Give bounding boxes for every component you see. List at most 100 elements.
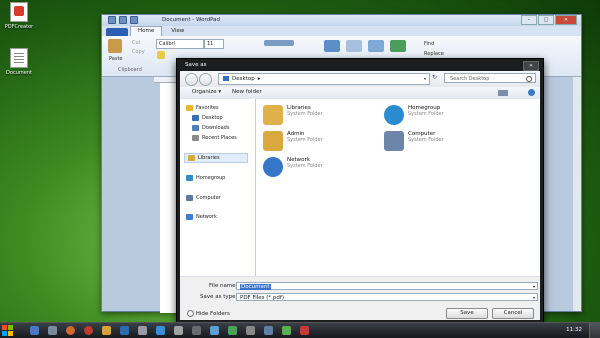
paste-icon[interactable] (108, 39, 122, 53)
paint-drawing-icon[interactable] (346, 40, 362, 52)
undo-icon[interactable] (119, 16, 127, 24)
sidebar-item-libraries[interactable]: Libraries (184, 153, 248, 163)
sidebar-item-downloads[interactable]: Downloads (192, 125, 229, 131)
desktop-icon-label: Document (6, 70, 32, 76)
desktop-icon (192, 115, 199, 121)
start-button[interactable] (2, 325, 13, 336)
ribbon-tabs: Home View (102, 26, 581, 36)
taskbar-app-icon[interactable] (120, 326, 129, 335)
dialog-close-button[interactable]: ✕ (523, 61, 539, 71)
sidebar-item-network[interactable]: Network (186, 214, 217, 220)
taskbar-app-icon[interactable] (192, 326, 201, 335)
chevron-down-icon[interactable]: ▾ (533, 283, 535, 291)
taskbar-app-icon[interactable] (30, 326, 39, 335)
taskbar-app-icon[interactable] (282, 326, 291, 335)
navigation-bar: Desktop ▸ ▾ ↻ Search Desktop (180, 71, 540, 87)
chevron-right-icon[interactable]: ▸ (258, 74, 261, 84)
taskbar-app-icon[interactable] (300, 326, 309, 335)
list-item[interactable]: Computer System Folder (384, 131, 444, 151)
dialog-titlebar[interactable]: Save as ✕ (177, 59, 543, 71)
insert-object-icon[interactable] (390, 40, 406, 52)
find-button[interactable]: Find (424, 41, 434, 47)
cancel-button[interactable]: Cancel (492, 308, 534, 319)
clipboard-group-label: Clipboard (118, 67, 142, 73)
date-time-icon[interactable] (368, 40, 384, 52)
replace-button[interactable]: Replace (424, 51, 444, 57)
list-item[interactable]: Admin System Folder (263, 131, 323, 151)
dialog-title: Save as (185, 62, 207, 68)
app-menu-button[interactable] (106, 28, 128, 36)
file-list: Libraries System Folder Homegroup System F… (256, 99, 540, 276)
user-folder-icon (263, 131, 283, 151)
back-button[interactable] (185, 73, 198, 86)
font-family-select[interactable]: Calibri (156, 39, 204, 49)
redo-icon[interactable] (130, 16, 138, 24)
taskbar-app-icon[interactable] (246, 326, 255, 335)
address-path: Desktop (232, 76, 255, 82)
organize-button[interactable]: Organize ▾ (192, 89, 221, 95)
save-type-select[interactable]: PDF Files (*.pdf) ▾ (236, 293, 538, 301)
help-icon[interactable] (528, 89, 535, 96)
save-type-label: Save as type: (200, 294, 238, 300)
list-item[interactable]: Network System Folder (263, 157, 323, 177)
save-button[interactable]: Save (446, 308, 488, 319)
refresh-icon[interactable]: ↻ (432, 74, 437, 81)
taskbar-app-icon[interactable] (228, 326, 237, 335)
close-button[interactable]: ✕ (555, 15, 577, 25)
wordpad-titlebar[interactable]: Document - WordPad – □ ✕ (102, 15, 581, 26)
list-item[interactable]: Libraries System Folder (263, 105, 323, 125)
list-item[interactable]: Homegroup System Folder (384, 105, 444, 125)
view-options-icon[interactable] (498, 90, 508, 96)
sidebar-item-recent-places[interactable]: Recent Places (192, 135, 237, 141)
file-name-label: File name: (209, 283, 238, 289)
sidebar-item-favorites[interactable]: Favorites (186, 105, 219, 111)
save-as-dialog: Save as ✕ Desktop ▸ ▾ ↻ Search Desktop Or… (176, 58, 544, 324)
system-clock[interactable]: 11:32 (566, 327, 582, 333)
desktop: PDFCreator Document Document - WordPad –… (0, 0, 600, 324)
taskbar-app-icon[interactable] (264, 326, 273, 335)
dialog-footer: Hide Folders Save Cancel (180, 307, 540, 320)
paste-label[interactable]: Paste (109, 56, 123, 62)
show-desktop-button[interactable] (589, 323, 600, 338)
bold-icon[interactable] (157, 51, 165, 59)
new-folder-button[interactable]: New folder (232, 89, 262, 95)
font-size-select[interactable]: 11 (204, 39, 224, 49)
file-name-input[interactable]: Document ▾ (236, 282, 538, 290)
desktop-icon-pdfcreator[interactable]: PDFCreator (2, 2, 36, 30)
window-title: Document - WordPad (162, 17, 221, 23)
minimize-button[interactable]: – (521, 15, 537, 25)
taskbar-app-icon[interactable] (102, 326, 111, 335)
sidebar-item-computer[interactable]: Computer (186, 195, 221, 201)
libraries-icon (188, 155, 195, 161)
copy-button[interactable]: Copy (132, 49, 145, 55)
save-fields: File name: Document ▾ Save as type: PDF … (180, 276, 540, 307)
taskbar-app-icon[interactable] (66, 326, 75, 335)
save-icon[interactable] (108, 16, 116, 24)
quick-access-toolbar (108, 16, 138, 24)
search-input[interactable]: Search Desktop (444, 73, 536, 83)
taskbar-app-icon[interactable] (210, 326, 219, 335)
document-file-icon (10, 48, 28, 68)
address-bar[interactable]: Desktop ▸ ▾ (218, 73, 430, 85)
recent-places-icon (192, 135, 199, 141)
desktop-icon-document[interactable]: Document (2, 48, 36, 76)
taskbar-app-icon[interactable] (138, 326, 147, 335)
tab-view[interactable]: View (164, 27, 191, 36)
chevron-down-icon[interactable]: ▾ (533, 294, 535, 302)
maximize-button[interactable]: □ (538, 15, 554, 25)
sidebar-item-desktop[interactable]: Desktop (192, 115, 223, 121)
paragraph-icons[interactable] (264, 40, 294, 46)
taskbar: 11:32 (0, 322, 600, 338)
taskbar-app-icon[interactable] (174, 326, 183, 335)
vertical-scrollbar[interactable] (573, 77, 581, 311)
chevron-down-icon[interactable]: ▾ (424, 74, 426, 84)
picture-icon[interactable] (324, 40, 340, 52)
taskbar-app-icon[interactable] (48, 326, 57, 335)
hide-folders-toggle[interactable]: Hide Folders (187, 310, 230, 317)
sidebar-item-homegroup[interactable]: Homegroup (186, 175, 225, 181)
tab-home[interactable]: Home (130, 26, 163, 36)
taskbar-app-icon[interactable] (84, 326, 93, 335)
cut-button[interactable]: Cut (132, 40, 141, 46)
forward-button[interactable] (199, 73, 212, 86)
taskbar-app-icon[interactable] (156, 326, 165, 335)
